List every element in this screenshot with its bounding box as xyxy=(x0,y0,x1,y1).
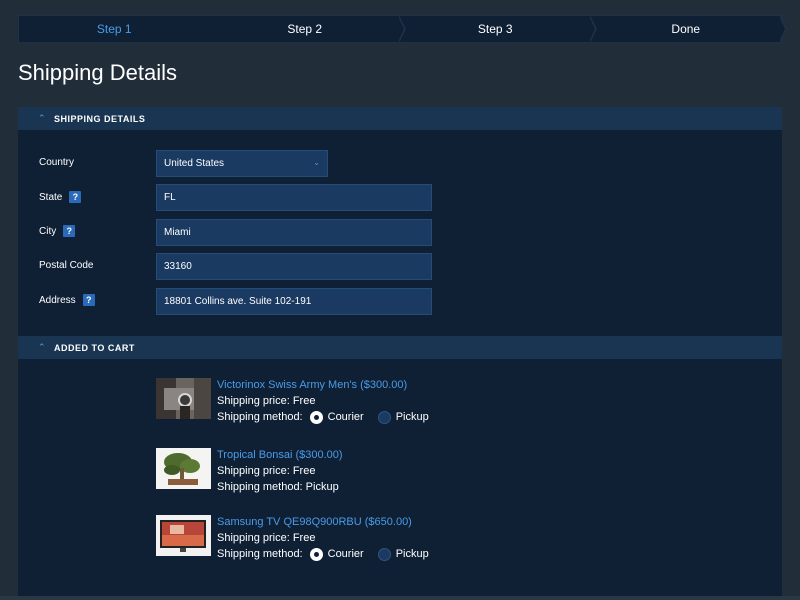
product-link[interactable]: Victorinox Swiss Army Men's ($300.00) xyxy=(217,377,429,393)
product-image-bonsai xyxy=(156,448,211,489)
shipping-section-title: SHIPPING DETAILS xyxy=(54,113,146,124)
product-link[interactable]: Samsung TV QE98Q900RBU ($650.00) xyxy=(217,514,429,530)
city-value: Miami xyxy=(164,227,191,238)
chevron-up-icon: ⌃ xyxy=(38,342,46,352)
wizard-step-3[interactable]: Step 3 xyxy=(400,15,597,43)
address-row: Address ? xyxy=(39,294,95,306)
chevron-up-icon: ⌃ xyxy=(38,113,46,123)
pickup-label[interactable]: Pickup xyxy=(396,546,429,562)
content-panel: ⌃ SHIPPING DETAILS Country United States… xyxy=(18,107,782,600)
shipping-method-row: Shipping method: Courier Pickup xyxy=(217,546,429,562)
country-select[interactable]: United States ⌄ xyxy=(156,150,328,177)
courier-label[interactable]: Courier xyxy=(328,409,364,425)
wizard-step-done-label: Done xyxy=(671,22,701,36)
address-input[interactable]: 18801 Collins ave. Suite 102-191 xyxy=(156,288,432,315)
postal-row: Postal Code xyxy=(39,260,93,271)
state-label: State xyxy=(39,191,63,203)
wizard-step-2-label: Step 2 xyxy=(287,22,323,36)
postal-label: Postal Code xyxy=(39,260,94,271)
shipping-method-label: Shipping method: xyxy=(217,411,303,423)
wizard-step-done[interactable]: Done xyxy=(591,15,787,43)
shipping-section-header[interactable]: ⌃ SHIPPING DETAILS xyxy=(18,107,782,130)
address-label: Address xyxy=(39,294,76,306)
shipping-method: Shipping method: Pickup xyxy=(217,481,339,493)
postal-code-input[interactable]: 33160 xyxy=(156,253,432,280)
wizard-step-1[interactable]: Step 1 xyxy=(19,16,210,42)
pickup-label[interactable]: Pickup xyxy=(396,409,429,425)
courier-radio[interactable] xyxy=(309,547,323,561)
page-title: Shipping Details xyxy=(18,60,177,85)
product-image-watch xyxy=(156,378,211,419)
wizard-step-3-label: Step 3 xyxy=(477,22,513,36)
product-image-tv xyxy=(156,515,211,556)
product-link[interactable]: Tropical Bonsai ($300.00) xyxy=(217,447,343,463)
shipping-price: Shipping price: Free xyxy=(217,395,316,407)
city-help-icon[interactable]: ? xyxy=(63,225,76,237)
wizard-step-2[interactable]: Step 2 xyxy=(210,15,406,43)
postal-value: 33160 xyxy=(164,261,192,272)
shipping-price: Shipping price: Free xyxy=(217,465,316,477)
state-input[interactable]: FL xyxy=(156,184,432,211)
cart-section-header[interactable]: ⌃ ADDED TO CART xyxy=(18,336,782,359)
shipping-price: Shipping price: Free xyxy=(217,532,316,544)
city-row: City ? xyxy=(39,225,76,237)
state-help-icon[interactable]: ? xyxy=(69,191,82,203)
state-value: FL xyxy=(164,192,176,203)
courier-radio[interactable] xyxy=(309,410,323,424)
cart-section-title: ADDED TO CART xyxy=(54,342,135,353)
country-row: Country xyxy=(39,157,74,168)
wizard-steps: Step 1 Step 2 Step 3 Done xyxy=(18,15,787,43)
address-help-icon[interactable]: ? xyxy=(82,294,95,306)
pickup-radio[interactable] xyxy=(377,410,391,424)
address-value: 18801 Collins ave. Suite 102-191 xyxy=(164,296,312,307)
shipping-method-label: Shipping method: xyxy=(217,548,303,560)
city-label: City xyxy=(39,225,57,237)
country-label: Country xyxy=(39,157,75,168)
shipping-method-row: Shipping method: Courier Pickup xyxy=(217,409,429,425)
city-input[interactable]: Miami xyxy=(156,219,432,246)
bottom-border xyxy=(0,596,800,600)
pickup-radio[interactable] xyxy=(377,547,391,561)
country-value: United States xyxy=(164,158,225,169)
chevron-down-icon: ⌄ xyxy=(313,158,320,167)
wizard-step-1-label: Step 1 xyxy=(96,22,132,36)
state-row: State ? xyxy=(39,191,82,203)
courier-label[interactable]: Courier xyxy=(328,546,364,562)
